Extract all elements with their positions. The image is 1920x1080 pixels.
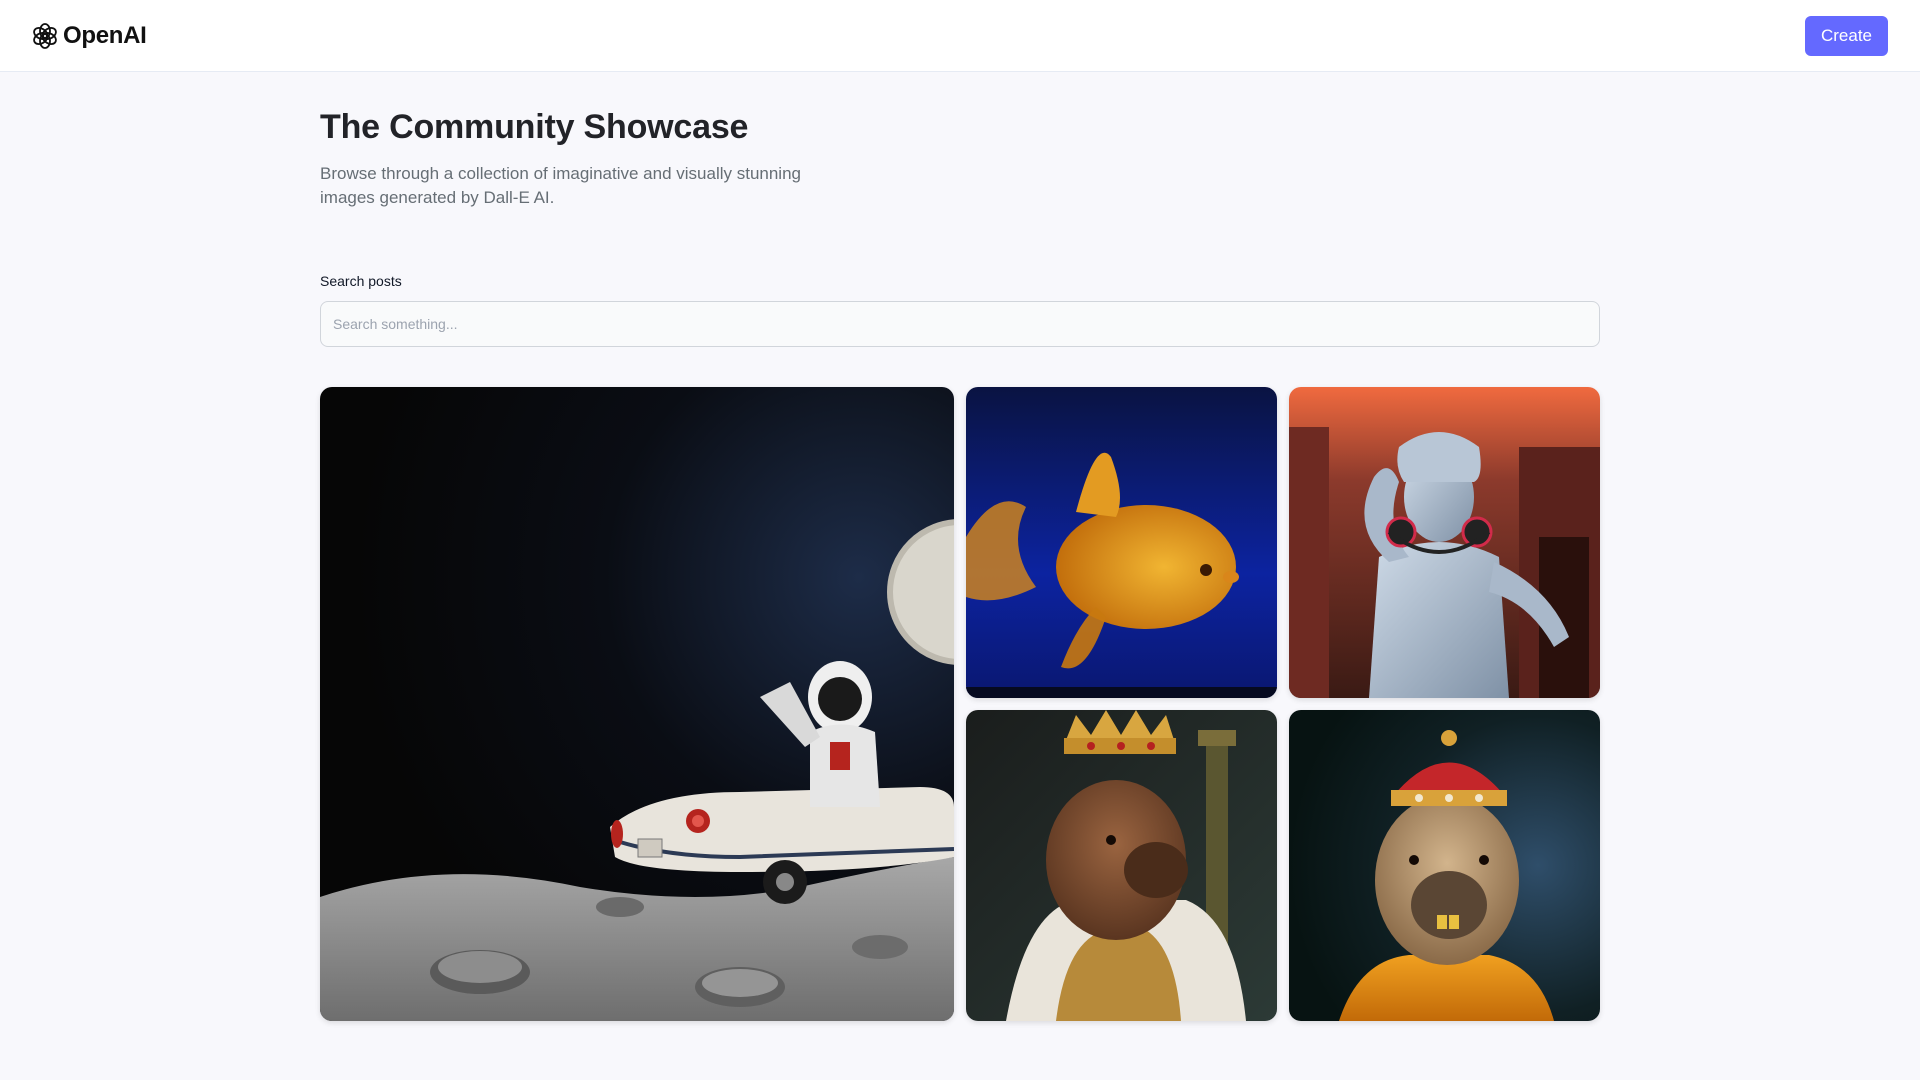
statue-headphones-image [1289,387,1600,698]
post-card[interactable] [1289,387,1600,698]
top-navbar: OpenAI Create [0,0,1920,72]
search-label: Search posts [320,273,402,289]
post-card[interactable] [1289,710,1600,1021]
openai-logo-icon [33,23,57,49]
goldfish-image [966,387,1277,698]
capybara-crown-image [1289,710,1600,1021]
posts-grid [320,387,1600,1021]
capybara-king-image [966,710,1277,1021]
search-input[interactable] [320,301,1600,347]
brand-name: OpenAI [63,22,147,49]
astronaut-car-moon-image [320,387,954,1021]
page-title: The Community Showcase [320,108,749,146]
page-subtitle: Browse through a collection of imaginati… [320,164,801,207]
post-card[interactable] [966,387,1277,698]
create-button[interactable]: Create [1805,16,1888,56]
post-card[interactable] [966,710,1277,1021]
brand-logo[interactable]: OpenAI [31,20,147,52]
post-card[interactable] [320,387,954,1021]
